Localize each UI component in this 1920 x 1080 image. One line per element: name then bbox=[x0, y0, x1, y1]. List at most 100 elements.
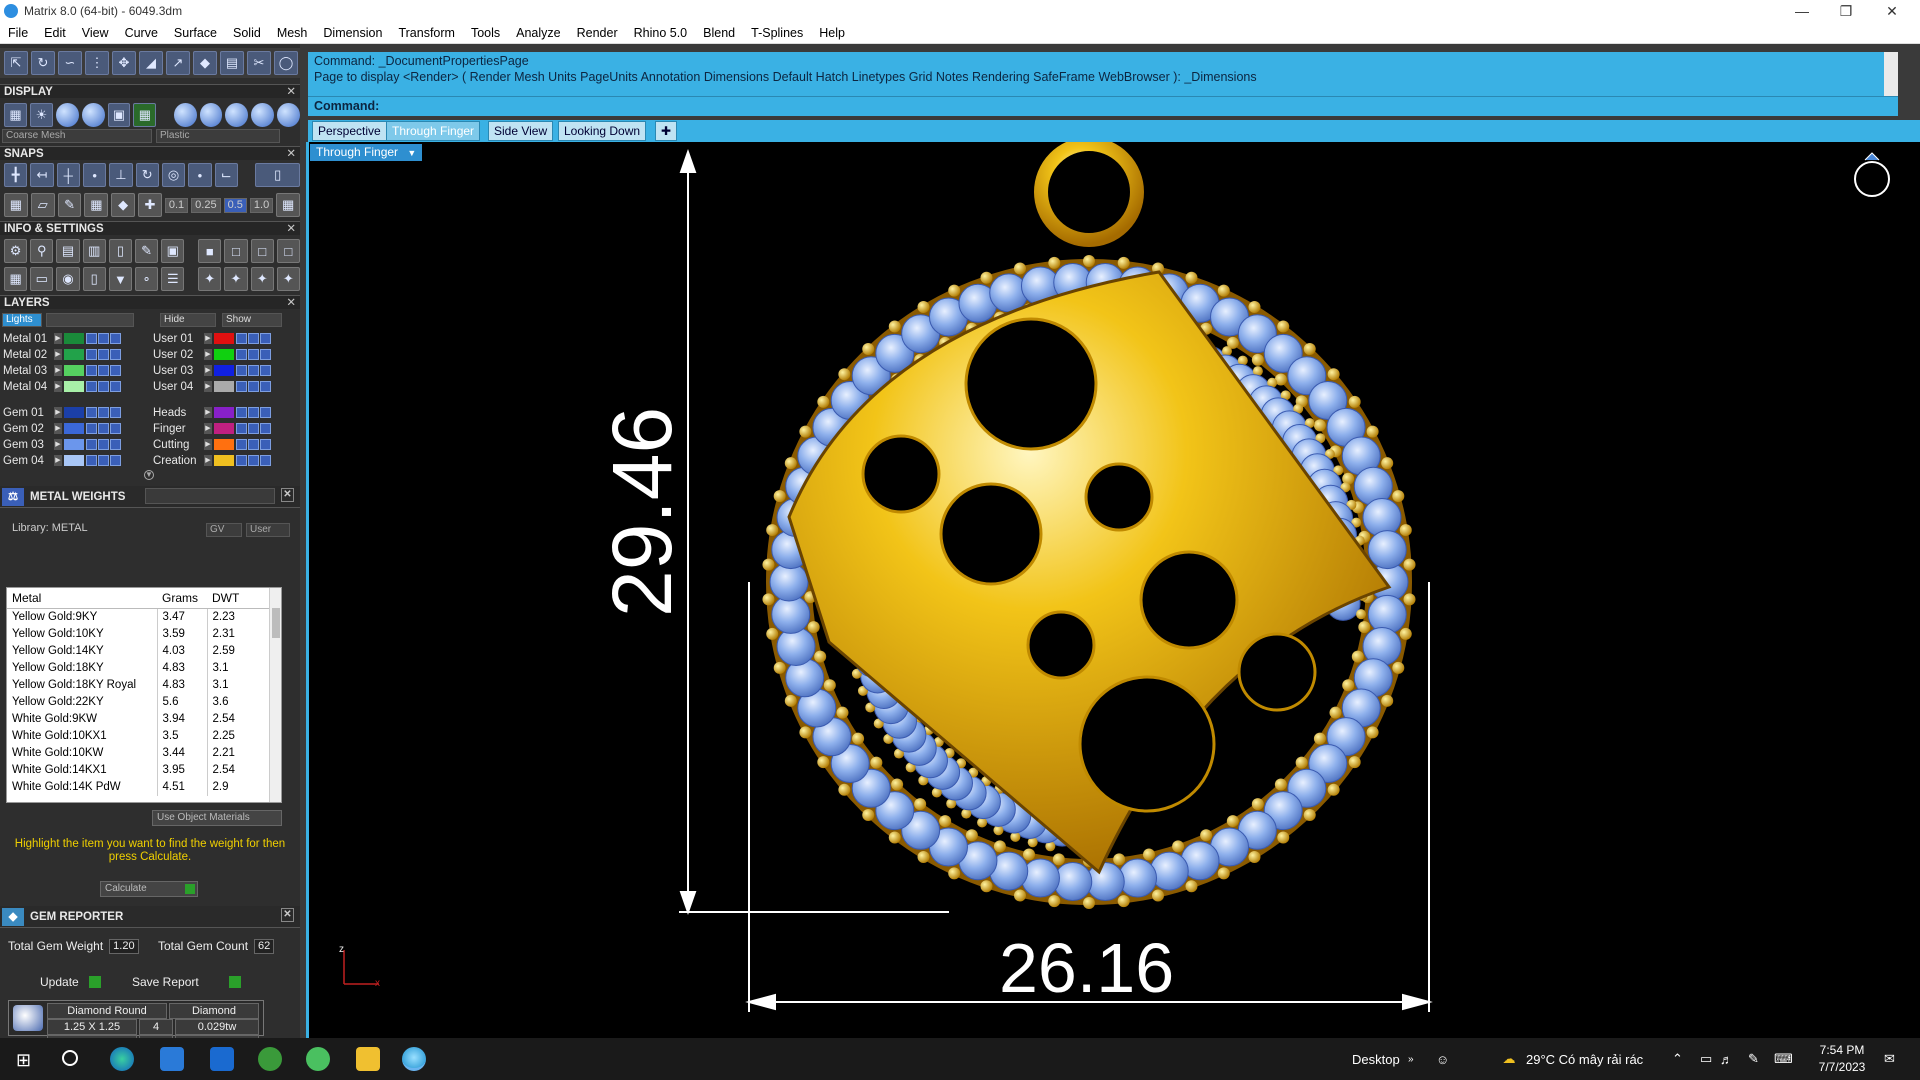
layer-current-icon[interactable] bbox=[110, 365, 121, 376]
layer-lock-icon[interactable] bbox=[236, 381, 247, 392]
update-button[interactable]: Update bbox=[40, 973, 110, 991]
ring-gizmo-icon[interactable] bbox=[1854, 152, 1890, 197]
menu-item-surface[interactable]: Surface bbox=[166, 26, 225, 40]
menu-item-solid[interactable]: Solid bbox=[225, 26, 269, 40]
grid-view-icon[interactable]: ▦ bbox=[4, 267, 28, 291]
grid-icon[interactable]: ▦ bbox=[4, 193, 28, 217]
effect-4-icon[interactable]: ✦ bbox=[276, 267, 300, 291]
menu-item-analyze[interactable]: Analyze bbox=[508, 26, 568, 40]
keyboard-icon[interactable]: ⌨ bbox=[1774, 1038, 1793, 1080]
desktop-label[interactable]: Desktop bbox=[1352, 1038, 1400, 1080]
material-sphere-4-icon[interactable] bbox=[251, 103, 275, 127]
cube-icon[interactable]: ▣ bbox=[161, 239, 185, 263]
display-mode-icon[interactable]: ▣ bbox=[107, 103, 131, 127]
command-input[interactable]: Command: bbox=[308, 96, 1898, 116]
ortho-icon[interactable]: ▯ bbox=[255, 163, 301, 187]
close-icon[interactable]: ✕ bbox=[281, 908, 294, 922]
mail-icon[interactable] bbox=[210, 1047, 234, 1071]
layer-lock-icon[interactable] bbox=[236, 365, 247, 376]
use-object-materials-button[interactable]: Use Object Materials bbox=[152, 810, 282, 826]
cross-icon[interactable]: ✚ bbox=[138, 193, 162, 217]
chart-icon[interactable]: ∘ bbox=[135, 267, 159, 291]
clock[interactable]: 7:54 PM 7/7/2023 bbox=[1812, 1042, 1872, 1076]
monitor-icon[interactable]: ▭ bbox=[30, 267, 54, 291]
show-button[interactable]: Show bbox=[222, 313, 282, 327]
layer-expand-icon[interactable]: ▶ bbox=[54, 407, 62, 418]
layer-color-swatch[interactable] bbox=[214, 333, 234, 344]
menu-item-curve[interactable]: Curve bbox=[117, 26, 166, 40]
layer-visible-icon[interactable] bbox=[248, 423, 259, 434]
material-sphere-3-icon[interactable] bbox=[225, 103, 249, 127]
layer-visible-icon[interactable] bbox=[98, 407, 109, 418]
plane-icon[interactable]: ▱ bbox=[30, 193, 55, 217]
close-icon[interactable]: ✕ bbox=[286, 147, 296, 161]
layer-color-swatch[interactable] bbox=[64, 455, 84, 466]
layer-expand-icon[interactable]: ▶ bbox=[54, 349, 62, 360]
layer-current-icon[interactable] bbox=[110, 381, 121, 392]
hatch-icon[interactable]: ▦ bbox=[84, 193, 109, 217]
table-row[interactable]: Yellow Gold:10KY 3.59 2.31 bbox=[7, 625, 275, 643]
close-icon[interactable]: ✕ bbox=[286, 296, 296, 310]
lights-controls[interactable] bbox=[46, 313, 134, 327]
pen-icon[interactable]: ✎ bbox=[57, 193, 82, 217]
layer-current-icon[interactable] bbox=[110, 455, 121, 466]
layer-row[interactable]: Gem 04 ▶ bbox=[0, 453, 140, 468]
close-icon[interactable]: ✕ bbox=[286, 222, 296, 236]
layers-icon[interactable]: ▤ bbox=[56, 239, 80, 263]
tab-perspective[interactable]: Perspective bbox=[312, 121, 387, 141]
layer-current-icon[interactable] bbox=[260, 349, 271, 360]
minimize-icon[interactable]: — bbox=[1780, 0, 1824, 22]
measure-icon[interactable]: ↗ bbox=[166, 51, 190, 75]
layer-current-icon[interactable] bbox=[110, 333, 121, 344]
table-row[interactable]: Yellow Gold:9KY 3.47 2.23 bbox=[7, 608, 275, 626]
layer-lock-icon[interactable] bbox=[236, 333, 247, 344]
layer-row[interactable]: Finger ▶ bbox=[150, 421, 290, 436]
layer-row[interactable]: User 02 ▶ bbox=[150, 347, 290, 362]
layer-color-swatch[interactable] bbox=[64, 333, 84, 344]
weather-text[interactable]: 29°C Có mây rải rác bbox=[1526, 1038, 1643, 1080]
close-icon[interactable]: ✕ bbox=[281, 488, 294, 502]
table-row[interactable]: Yellow Gold:18KY 4.83 3.1 bbox=[7, 659, 275, 677]
ring-icon[interactable]: ◯ bbox=[274, 51, 298, 75]
menu-item-dimension[interactable]: Dimension bbox=[315, 26, 390, 40]
menu-item-transform[interactable]: Transform bbox=[390, 26, 463, 40]
hide-button[interactable]: Hide bbox=[160, 313, 216, 327]
layer-current-icon[interactable] bbox=[260, 333, 271, 344]
user-button[interactable]: User bbox=[246, 523, 290, 537]
calculate-button[interactable]: Calculate bbox=[100, 881, 198, 897]
layer-visible-icon[interactable] bbox=[98, 365, 109, 376]
layer-current-icon[interactable] bbox=[260, 439, 271, 450]
layer-row[interactable]: User 04 ▶ bbox=[150, 379, 290, 394]
store-icon[interactable] bbox=[160, 1047, 184, 1071]
save-report-button[interactable]: Save Report bbox=[132, 973, 262, 991]
layer-expand-icon[interactable]: ▶ bbox=[204, 407, 212, 418]
tab-looking-down[interactable]: Looking Down bbox=[558, 121, 647, 141]
column-metal[interactable]: Metal bbox=[7, 588, 157, 609]
chevron-down-icon[interactable]: ▼ bbox=[407, 145, 416, 162]
layer-lock-icon[interactable] bbox=[86, 439, 97, 450]
tab-through-finger[interactable]: Through Finger bbox=[386, 121, 481, 141]
layer-color-swatch[interactable] bbox=[64, 407, 84, 418]
cylinder-icon[interactable]: ▯ bbox=[82, 267, 106, 291]
edit-icon[interactable]: ✎ bbox=[135, 239, 159, 263]
column-grams[interactable]: Grams bbox=[157, 588, 207, 609]
tray-up-icon[interactable]: ⌃ bbox=[1672, 1038, 1683, 1080]
phone-icon[interactable]: ▯ bbox=[108, 239, 133, 263]
rail-icon[interactable]: ⋮ bbox=[85, 51, 109, 75]
gv-button[interactable]: GV bbox=[206, 523, 242, 537]
layer-color-swatch[interactable] bbox=[214, 381, 234, 392]
layer-lock-icon[interactable] bbox=[236, 407, 247, 418]
network-icon[interactable]: ▭ bbox=[1700, 1038, 1712, 1080]
menu-item-blend[interactable]: Blend bbox=[695, 26, 743, 40]
layer-row[interactable]: Gem 02 ▶ bbox=[0, 421, 140, 436]
select-icon[interactable]: ⇱ bbox=[4, 51, 28, 75]
snap-value-1[interactable]: 0.25 bbox=[191, 197, 221, 213]
snap-perp-icon[interactable]: ⊥ bbox=[109, 163, 133, 187]
layer-current-icon[interactable] bbox=[110, 439, 121, 450]
command-scrollbar[interactable] bbox=[1884, 52, 1898, 96]
layer-row[interactable]: Heads ▶ bbox=[150, 405, 290, 420]
settings-icon[interactable]: ⚙ bbox=[4, 239, 28, 263]
layer-lock-icon[interactable] bbox=[86, 381, 97, 392]
snap-value-3[interactable]: 1.0 bbox=[249, 197, 274, 213]
viewport[interactable]: 29.46 26.16 z x bbox=[306, 142, 1920, 1038]
